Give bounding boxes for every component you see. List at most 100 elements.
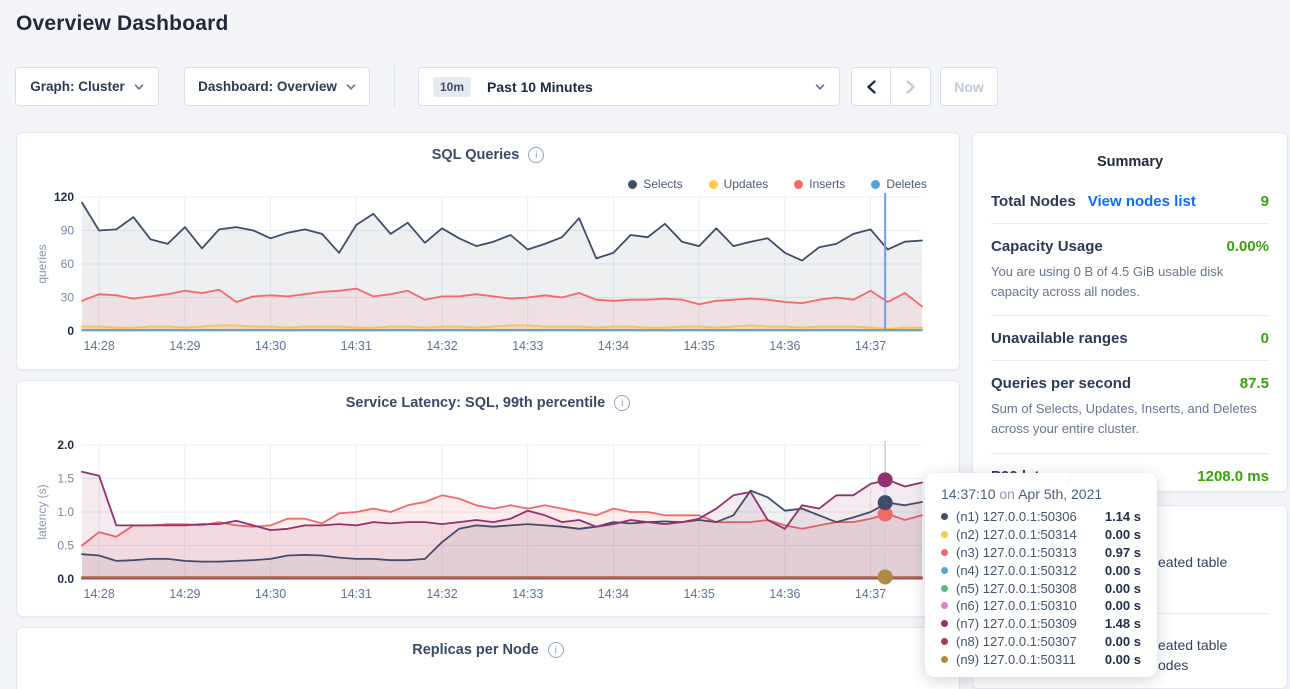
dashboard-dropdown-label: Dashboard: Overview	[198, 79, 337, 94]
svg-text:90: 90	[61, 224, 75, 238]
tooltip-node-row: (n5) 127.0.0.1:50308 0.00 s	[925, 579, 1157, 597]
node-address: (n2) 127.0.0.1:50314	[956, 527, 1077, 542]
summary-label: Total Nodes	[991, 193, 1076, 210]
chevron-down-icon	[134, 82, 144, 92]
chart-tooltip: 14:37:10 on Apr 5th, 2021 (n1) 127.0.0.1…	[925, 473, 1157, 677]
event-row: eated table	[1158, 637, 1227, 653]
now-button-label: Now	[954, 79, 984, 95]
event-row: eated table	[1158, 554, 1227, 570]
node-address: (n1) 127.0.0.1:50306	[956, 509, 1077, 524]
node-address: (n3) 127.0.0.1:50313	[956, 545, 1077, 560]
svg-text:14:31: 14:31	[341, 587, 372, 601]
svg-text:0: 0	[67, 324, 74, 338]
svg-text:0.5: 0.5	[57, 539, 74, 553]
summary-value: 9	[1261, 193, 1269, 210]
tooltip-node-row: (n9) 127.0.0.1:503110.00 s	[925, 650, 1157, 668]
svg-text:14:35: 14:35	[684, 587, 715, 601]
event-row: odes	[1158, 657, 1188, 673]
summary-row-unavailable-ranges: Unavailable ranges 0	[991, 315, 1269, 360]
summary-title: Summary	[973, 154, 1287, 170]
legend-color-dot	[871, 180, 880, 189]
tooltip-node-row: (n8) 127.0.0.1:50307 0.00 s	[925, 633, 1157, 651]
time-step-back-button[interactable]	[852, 68, 891, 105]
node-address: (n5) 127.0.0.1:50308	[956, 581, 1077, 596]
time-step-buttons	[851, 67, 931, 106]
summary-value: 0.00%	[1226, 238, 1269, 255]
node-color-dot	[941, 602, 948, 609]
svg-text:1.0: 1.0	[57, 505, 74, 519]
page-title: Overview Dashboard	[16, 12, 229, 36]
now-button[interactable]: Now	[940, 67, 998, 106]
info-icon[interactable]: i	[548, 642, 564, 658]
svg-text:latency (s): latency (s)	[35, 484, 49, 539]
svg-text:14:28: 14:28	[84, 587, 115, 601]
node-latency-value: 0.00 s	[1105, 527, 1141, 542]
node-color-dot	[941, 513, 948, 520]
svg-text:14:32: 14:32	[426, 339, 457, 353]
view-nodes-list-link[interactable]: View nodes list	[1088, 193, 1196, 210]
node-address: (n4) 127.0.0.1:50312	[956, 563, 1077, 578]
summary-row-total-nodes: Total Nodes View nodes list 9	[991, 179, 1269, 223]
toolbar-divider	[394, 66, 395, 107]
time-range-dropdown[interactable]: 10m Past 10 Minutes	[418, 67, 840, 106]
dashboard-dropdown[interactable]: Dashboard: Overview	[184, 67, 370, 106]
svg-text:14:33: 14:33	[512, 587, 543, 601]
node-color-dot	[941, 638, 948, 645]
node-latency-value: 0.97 s	[1105, 545, 1141, 560]
chevron-down-icon	[346, 82, 356, 92]
svg-text:120: 120	[54, 190, 74, 204]
legend-color-dot	[628, 180, 637, 189]
chart-tooltip-rows: (n1) 127.0.0.1:503061.14 s(n2) 127.0.0.1…	[925, 508, 1157, 668]
node-address: (n7) 127.0.0.1:50309	[956, 616, 1077, 631]
time-range-label: Past 10 Minutes	[487, 79, 593, 95]
summary-label: Capacity Usage	[991, 238, 1103, 255]
graph-scope-dropdown[interactable]: Graph: Cluster	[15, 67, 159, 106]
time-range-badge: 10m	[433, 77, 471, 97]
service-latency-chart-canvas[interactable]: 0.00.51.01.52.014:2814:2914:3014:3114:32…	[32, 437, 944, 614]
info-icon[interactable]: i	[528, 147, 544, 163]
node-address: (n9) 127.0.0.1:50311	[956, 652, 1076, 667]
summary-subtext: You are using 0 B of 4.5 GiB usable disk…	[991, 262, 1269, 302]
svg-text:1.5: 1.5	[57, 472, 74, 486]
summary-label: Unavailable ranges	[991, 330, 1128, 347]
info-icon[interactable]: i	[614, 395, 630, 411]
tooltip-node-row: (n4) 127.0.0.1:503120.00 s	[925, 561, 1157, 579]
svg-text:14:37: 14:37	[855, 587, 886, 601]
svg-text:14:35: 14:35	[684, 339, 715, 353]
service-latency-chart-card: Service Latency: SQL, 99th percentile i …	[16, 380, 960, 617]
sql-queries-chart-canvas[interactable]: 030609012014:2814:2914:3014:3114:3214:33…	[32, 189, 944, 366]
node-color-dot	[941, 620, 948, 627]
summary-value: 1208.0 ms	[1197, 468, 1269, 485]
node-color-dot	[941, 585, 948, 592]
summary-value: 87.5	[1240, 375, 1269, 392]
svg-text:14:31: 14:31	[341, 339, 372, 353]
node-latency-value: 0.00 s	[1105, 598, 1141, 613]
node-latency-value: 0.00 s	[1105, 634, 1141, 649]
svg-text:0.0: 0.0	[57, 572, 74, 586]
summary-row-queries-per-second: Queries per second 87.5 Sum of Selects, …	[991, 360, 1269, 452]
svg-text:14:30: 14:30	[255, 339, 286, 353]
summary-label: Queries per second	[991, 375, 1131, 392]
svg-text:queries: queries	[35, 244, 49, 283]
svg-text:14:36: 14:36	[769, 587, 800, 601]
replicas-per-node-chart-card: Replicas per Node i	[16, 627, 960, 689]
node-color-dot	[941, 656, 948, 663]
svg-text:14:32: 14:32	[426, 587, 457, 601]
sql-queries-chart-card: SQL Queries i SelectsUpdatesInsertsDelet…	[16, 132, 960, 370]
svg-text:30: 30	[61, 291, 75, 305]
tooltip-node-row: (n2) 127.0.0.1:50314 0.00 s	[925, 526, 1157, 544]
node-address: (n6) 127.0.0.1:50310	[956, 598, 1077, 613]
summary-value: 0	[1261, 330, 1269, 347]
node-color-dot	[941, 567, 948, 574]
tooltip-node-row: (n1) 127.0.0.1:503061.14 s	[925, 508, 1157, 526]
svg-text:60: 60	[61, 257, 75, 271]
graph-scope-label: Graph: Cluster	[30, 79, 125, 94]
node-address: (n8) 127.0.0.1:50307	[956, 634, 1077, 649]
time-step-forward-button[interactable]	[891, 68, 930, 105]
node-latency-value: 1.48 s	[1105, 616, 1141, 631]
summary-row-capacity-usage: Capacity Usage 0.00% You are using 0 B o…	[991, 223, 1269, 315]
svg-text:2.0: 2.0	[57, 438, 74, 452]
svg-text:14:29: 14:29	[169, 339, 200, 353]
legend-color-dot	[709, 180, 718, 189]
node-latency-value: 0.00 s	[1105, 581, 1141, 596]
